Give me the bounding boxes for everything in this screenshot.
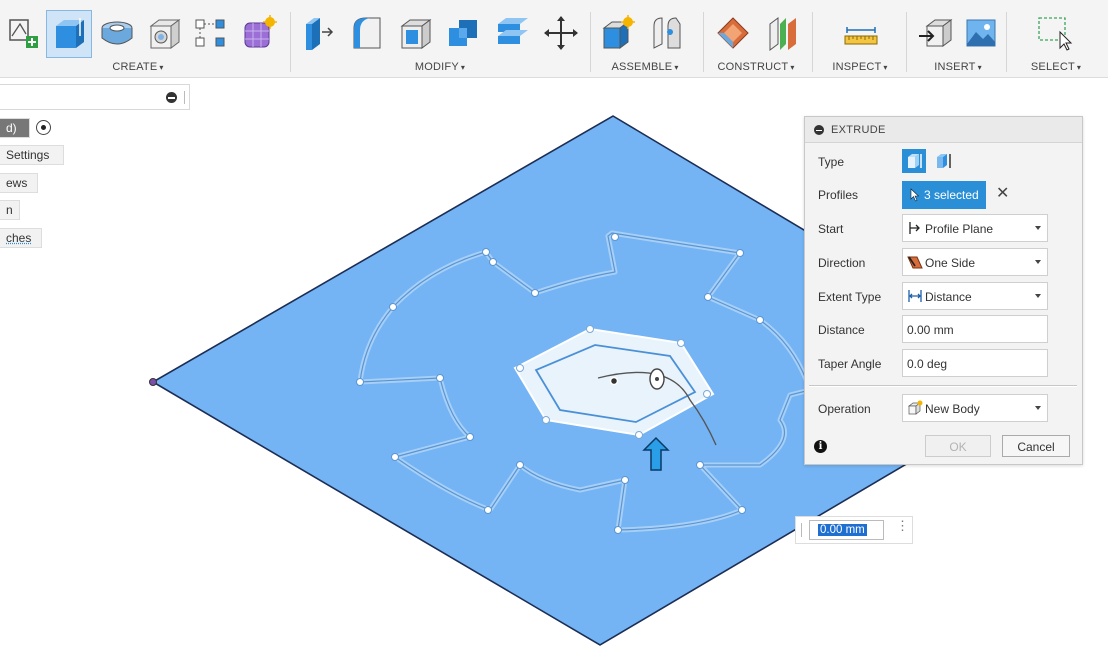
insert-canvas-icon[interactable] [962, 14, 1000, 52]
insert-derive-icon[interactable] [917, 14, 955, 52]
grip-handle[interactable] [801, 523, 802, 537]
separator [906, 12, 907, 72]
panel-grip[interactable] [184, 91, 185, 104]
revolve-icon[interactable] [98, 14, 136, 52]
direction-value: One Side [925, 256, 976, 270]
modify-menu[interactable]: MODIFY ▾ [415, 61, 465, 73]
browser-item-document[interactable]: d) [0, 118, 30, 138]
distance-input[interactable]: 0.00 mm [809, 520, 884, 540]
toolbar: CREATE ▾ MODIFY ▾ ASSEMBLE ▾ CONSTRUCT ▾… [0, 0, 1108, 78]
start-label: Start [818, 222, 844, 236]
type-label: Type [818, 155, 845, 169]
select-menu[interactable]: SELECT ▾ [1031, 61, 1081, 73]
one-side-icon [907, 256, 923, 269]
ok-button[interactable]: OK [925, 435, 991, 457]
browser-item-sketches[interactable]: ches [0, 228, 42, 248]
form-icon[interactable] [240, 14, 278, 52]
select-window-icon[interactable] [1036, 14, 1074, 52]
pattern-icon[interactable] [192, 14, 230, 52]
separator [590, 12, 591, 72]
chevron-down-icon [1035, 260, 1041, 264]
construct-menu[interactable]: CONSTRUCT ▾ [717, 61, 794, 73]
taper-angle-label: Taper Angle [818, 357, 882, 371]
profiles-count: 3 selected [924, 188, 979, 202]
start-select[interactable]: Profile Plane [902, 214, 1048, 242]
activate-radio-icon[interactable] [36, 120, 51, 135]
dialog-header[interactable]: EXTRUDE [805, 117, 1082, 143]
extent-type-select[interactable]: Distance [902, 282, 1048, 310]
operation-label: Operation [818, 402, 871, 416]
taper-angle-value: 0.0 deg [907, 357, 948, 371]
browser-item-origin[interactable]: n [0, 200, 20, 220]
press-pull-icon[interactable] [300, 14, 338, 52]
profile-plane-icon [909, 222, 920, 234]
replace-face-icon[interactable] [494, 14, 532, 52]
measure-icon[interactable] [842, 14, 880, 52]
distance-icon [908, 290, 922, 302]
extrude-icon[interactable] [50, 14, 88, 52]
separator [703, 12, 704, 72]
direction-select[interactable]: One Side [902, 248, 1048, 276]
distance-label: Distance [818, 323, 865, 337]
profiles-label: Profiles [818, 188, 859, 202]
joint-icon[interactable] [648, 14, 686, 52]
cancel-button[interactable]: Cancel [1002, 435, 1070, 457]
dialog-title: EXTRUDE [831, 124, 886, 136]
new-body-icon [907, 400, 923, 415]
surface-type-icon[interactable] [933, 149, 957, 173]
chevron-down-icon [1035, 294, 1041, 298]
cursor-arrow-icon [910, 188, 920, 202]
taper-angle-field[interactable]: 0.0 deg [902, 349, 1048, 377]
browser-item-views[interactable]: ews [0, 173, 38, 193]
extrude-dialog: EXTRUDE Type Profiles 3 selected ✕ Start… [804, 116, 1083, 465]
combine-icon[interactable] [445, 14, 483, 52]
distance-field[interactable]: 0.00 mm [902, 315, 1048, 343]
create-menu[interactable]: CREATE ▾ [112, 61, 163, 73]
create-sketch-icon[interactable] [6, 14, 44, 52]
separator [1006, 12, 1007, 72]
distance-value: 0.00 mm [907, 323, 954, 337]
midplane-icon[interactable] [764, 14, 802, 52]
collapse-icon[interactable] [814, 125, 824, 135]
solid-type-icon[interactable] [902, 149, 926, 173]
chevron-down-icon [1035, 226, 1041, 230]
inspect-menu[interactable]: INSPECT ▾ [832, 61, 887, 73]
browser-item-settings[interactable]: Settings [0, 145, 64, 165]
hole-icon[interactable] [145, 14, 183, 52]
new-component-icon[interactable] [600, 14, 638, 52]
chevron-down-icon [1035, 406, 1041, 410]
offset-plane-icon[interactable] [714, 14, 752, 52]
separator [290, 12, 291, 72]
clear-selection-icon[interactable]: ✕ [996, 186, 1009, 202]
taper-handle-dot [655, 377, 659, 381]
browser-header[interactable] [0, 84, 190, 110]
info-icon[interactable]: i [814, 440, 827, 453]
shell-icon[interactable] [396, 14, 434, 52]
extent-value: Distance [925, 290, 972, 304]
assemble-menu[interactable]: ASSEMBLE ▾ [611, 61, 678, 73]
operation-select[interactable]: New Body [902, 394, 1048, 422]
insert-menu[interactable]: INSERT ▾ [934, 61, 982, 73]
distance-input-value: 0.00 mm [818, 524, 867, 536]
fillet-icon[interactable] [348, 14, 386, 52]
start-value: Profile Plane [925, 222, 994, 236]
origin-point[interactable] [149, 378, 157, 386]
move-icon[interactable] [542, 14, 580, 52]
profiles-selection-button[interactable]: 3 selected [902, 181, 986, 209]
distance-manipulator-box: 0.00 mm ⋮ [795, 516, 913, 544]
more-options-icon[interactable]: ⋮ [896, 519, 909, 532]
separator [812, 12, 813, 72]
center-point [609, 376, 619, 386]
dialog-divider [809, 385, 1077, 387]
collapse-icon[interactable] [166, 92, 177, 103]
direction-label: Direction [818, 256, 866, 270]
operation-value: New Body [925, 402, 980, 416]
extent-type-label: Extent Type [818, 290, 882, 304]
